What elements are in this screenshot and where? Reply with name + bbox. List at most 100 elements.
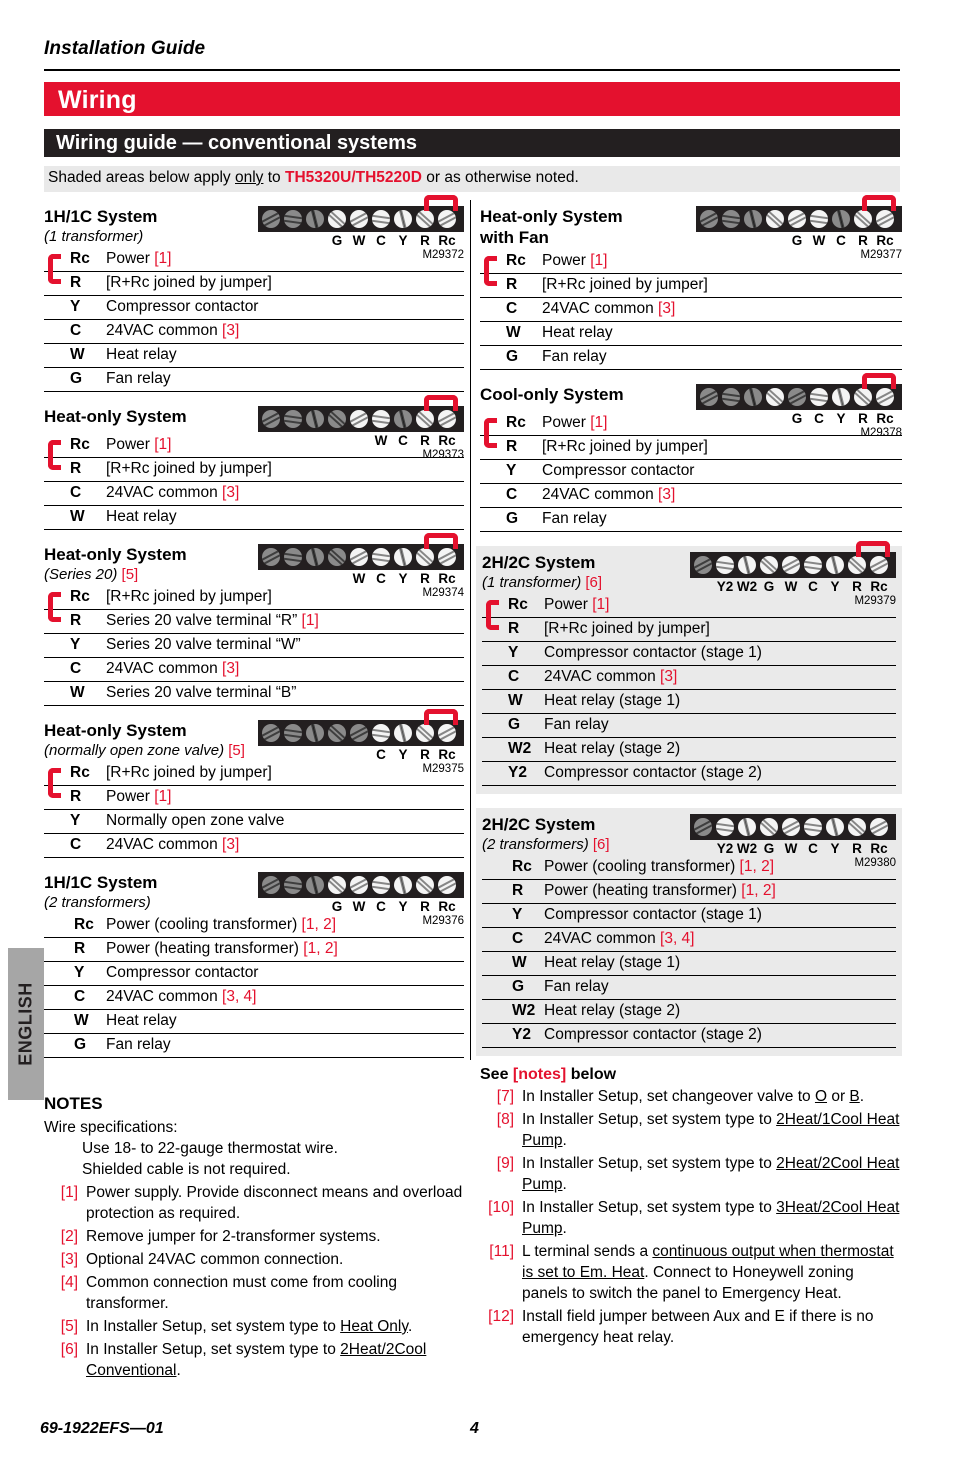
- terminal-name-cell: Y: [44, 961, 102, 986]
- terminal-strip-labels: C Y R Rc: [258, 747, 464, 763]
- shade-note-pre: Shaded areas below apply: [48, 169, 235, 186]
- document-number: 69-1922EFS—01: [40, 1420, 164, 1437]
- terminal-screw: [306, 724, 324, 742]
- terminal-description-cell: Compressor contactor (stage 1): [540, 641, 896, 666]
- terminal-name-cell: R: [44, 937, 102, 962]
- terminal-description-cell: 24VAC common [3, 4]: [540, 927, 896, 952]
- terminal-strip: [258, 872, 464, 898]
- terminal-assignment-table: Rc Power (cooling transformer) [1, 2] R Pow…: [482, 856, 896, 1048]
- terminal-name-cell: Y: [44, 809, 102, 834]
- terminal-description-cell: Fan relay: [102, 367, 464, 392]
- terminal-table-wrap: Rc Power [1] R [R+Rc joined by jumper] Y Comp…: [44, 248, 464, 392]
- terminal-screw: [744, 388, 762, 406]
- note-item: [2] Remove jumper for 2-transformer syste…: [44, 1226, 464, 1247]
- terminal-screw: [306, 410, 324, 428]
- terminal-screw: [328, 410, 346, 428]
- terminal-screw: [416, 410, 434, 428]
- terminal-screw: [760, 556, 778, 574]
- terminal-strip-labels: W C Y R Rc: [258, 571, 464, 587]
- terminal-table-wrap: Rc Power (cooling transformer) [1, 2] R Pow…: [482, 856, 896, 1048]
- table-row: C 24VAC common [3]: [44, 481, 464, 506]
- see-notes-reference: [notes]: [512, 1066, 567, 1083]
- table-row: W2 Heat relay (stage 2): [482, 737, 896, 762]
- terminal-description-cell: Series 20 valve terminal “W”: [102, 633, 464, 658]
- note-reference: [1]: [590, 252, 608, 269]
- terminal-name-cell: W2: [482, 737, 540, 762]
- note-emphasis: continuous output when thermostat is set…: [522, 1243, 894, 1281]
- terminal-screw: [832, 210, 850, 228]
- terminal-description-cell: Heat relay: [538, 321, 902, 346]
- terminal-screw: [284, 548, 302, 566]
- terminal-label: Rc: [876, 233, 894, 248]
- terminal-name-cell: C: [482, 665, 540, 690]
- terminal-description-cell: Compressor contactor (stage 2): [540, 1023, 896, 1048]
- terminal-name-cell: W: [480, 321, 538, 346]
- terminal-screw: [804, 818, 822, 836]
- column-divider: [470, 200, 471, 1060]
- table-row: C 24VAC common [3]: [480, 297, 902, 322]
- terminal-screw: [284, 210, 302, 228]
- terminal-description-cell: Heat relay (stage 2): [540, 737, 896, 762]
- terminal-screw: [416, 210, 434, 228]
- terminal-screw: [694, 818, 712, 836]
- terminal-screw: [788, 210, 806, 228]
- table-row: Rc [R+Rc joined by jumper]: [44, 762, 464, 786]
- terminal-name-cell: G: [482, 713, 540, 738]
- terminal-description-cell: Fan relay: [538, 507, 902, 532]
- terminal-strip: [696, 195, 902, 232]
- note-item: [12] Install field jumper between Aux and…: [480, 1306, 902, 1348]
- table-row: Rc Power [1]: [480, 250, 902, 274]
- wire-specifications-label: Wire specifications:: [44, 1119, 178, 1136]
- table-row: C 24VAC common [3]: [482, 665, 896, 690]
- terminal-screw: [694, 556, 712, 574]
- jumper-bracket-icon: [48, 768, 61, 798]
- terminal-screw: [832, 388, 850, 406]
- terminal-screw: [284, 724, 302, 742]
- terminal-screw: [716, 818, 734, 836]
- shade-note-model: TH5320U/TH5220D: [284, 169, 422, 186]
- jumper-bracket-icon: [484, 418, 497, 448]
- terminal-screw: [848, 556, 866, 574]
- terminal-name-cell: C: [44, 481, 102, 506]
- terminal-screw: [416, 724, 434, 742]
- jumper-bracket-icon: [48, 254, 61, 284]
- note-reference: [3, 4]: [222, 988, 257, 1005]
- terminal-table-wrap: Rc [R+Rc joined by jumper] R Power [1] Y Norm…: [44, 762, 464, 858]
- terminal-screw: [306, 876, 324, 894]
- terminal-assignment-table: Rc Power [1] R [R+Rc joined by jumper] Y Comp…: [482, 594, 896, 786]
- terminal-description-cell: 24VAC common [3]: [102, 481, 464, 506]
- block-header: 1H/1C System (1 transformer) G W C Y R Rc M29372: [44, 195, 464, 261]
- note-reference: [3]: [660, 668, 678, 685]
- strip-jumper-icon: [862, 373, 896, 389]
- language-tab-label: ENGLISH: [15, 982, 36, 1066]
- terminal-description-cell: 24VAC common [3]: [102, 657, 464, 682]
- wiring-system-block: Cool-only System G C Y R Rc M29378 Rc Power [1] R…: [480, 373, 902, 532]
- note-text: In Installer Setup, set system type to H…: [86, 1318, 413, 1335]
- note-reference: [3]: [658, 300, 676, 317]
- table-row: C 24VAC common [3]: [44, 319, 464, 344]
- terminal-description-cell: Power (cooling transformer) [1, 2]: [540, 856, 896, 880]
- terminal-screw: [870, 818, 888, 836]
- note-reference: [1]: [590, 414, 608, 431]
- terminal-name-cell: C: [44, 985, 102, 1010]
- terminal-screw: [438, 548, 456, 566]
- wiring-system-block: Heat-only System W C R Rc M29373 Rc Power [1] R[…: [44, 395, 464, 530]
- terminal-screw: [722, 388, 740, 406]
- terminal-screw: [826, 818, 844, 836]
- terminal-name-cell: G: [44, 1033, 102, 1058]
- note-item: [9] In Installer Setup, set system type t…: [480, 1153, 902, 1195]
- note-reference: [1]: [592, 596, 610, 613]
- terminal-description-cell: Fan relay: [538, 345, 902, 370]
- note-number: [7]: [496, 1088, 514, 1105]
- terminal-name-cell: W: [482, 689, 540, 714]
- terminal-name-cell: C: [480, 483, 538, 508]
- terminal-description-cell: [R+Rc joined by jumper]: [102, 762, 464, 786]
- terminal-assignment-table: Rc [R+Rc joined by jumper] R Power [1] Y Norm…: [44, 762, 464, 858]
- terminal-screw: [306, 210, 324, 228]
- note-text: Install field jumper between Aux and E i…: [522, 1308, 874, 1346]
- terminal-strip: [258, 709, 464, 746]
- terminal-name-cell: W: [482, 951, 540, 976]
- terminal-screw: [438, 410, 456, 428]
- table-row: C 24VAC common [3]: [44, 657, 464, 682]
- note-item: [3] Optional 24VAC common connection.: [44, 1249, 464, 1270]
